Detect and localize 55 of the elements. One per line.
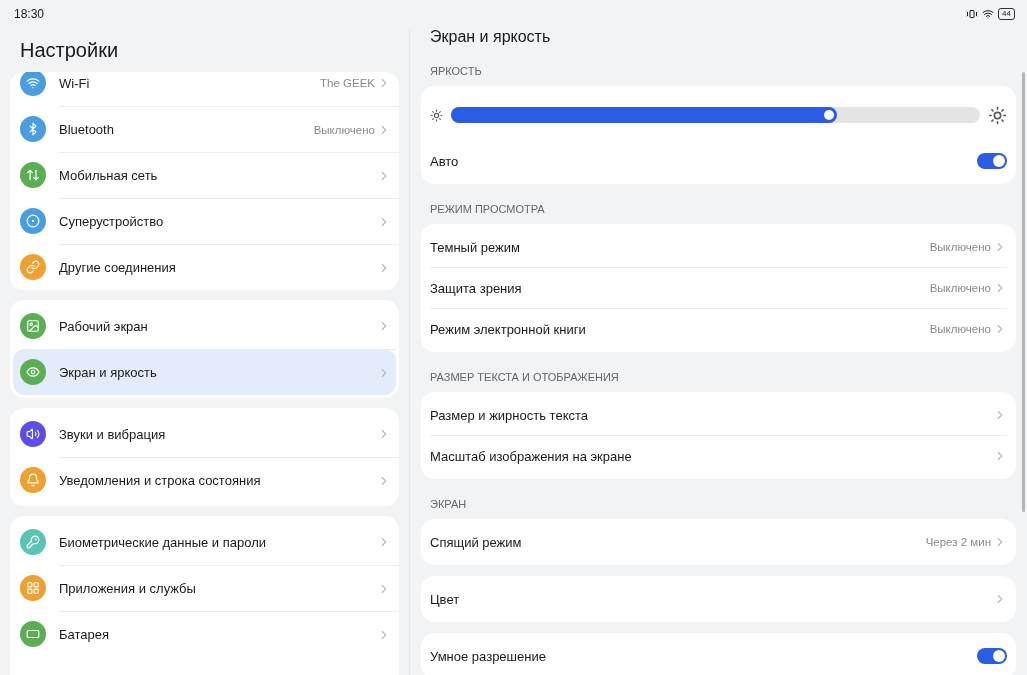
row-label: Размер и жирность текста xyxy=(430,407,589,423)
row-value: Выключено xyxy=(929,323,991,335)
row-label: Защита зрения xyxy=(430,280,523,296)
page-title: Экран и яркость xyxy=(429,28,552,46)
item-label: Другие соединения xyxy=(59,260,177,275)
item-label: Wi-Fi xyxy=(59,75,91,91)
row-value: Выключено xyxy=(929,241,991,253)
item-value: Выключено xyxy=(313,123,375,136)
row-label: Умное разрешение xyxy=(430,648,547,664)
item-value: The GEEK xyxy=(320,77,375,89)
item-label: Рабочий экран xyxy=(59,318,149,334)
toggle-switch[interactable] xyxy=(977,648,1007,664)
row-value: Через 2 мин xyxy=(925,536,991,548)
battery-level: 44 xyxy=(998,8,1015,20)
section-heading: РЕЖИМ ПРОСМОТРА xyxy=(429,202,546,217)
item-label: Мобильная сеть xyxy=(59,168,159,183)
settings-item[interactable]: Батарея xyxy=(10,611,399,657)
settings-item[interactable]: Wi-Fi The GEEK xyxy=(10,72,399,106)
row-label: Темный режим xyxy=(430,239,521,255)
settings-item[interactable]: Bluetooth Выключено xyxy=(10,106,399,152)
item-label: Экран и яркость xyxy=(59,365,158,380)
brightness-slider[interactable] xyxy=(451,107,980,123)
settings-item[interactable]: Уведомления и строка состояния xyxy=(10,457,399,503)
settings-item[interactable]: Рабочий экран xyxy=(10,303,399,349)
section-heading: РАЗМЕР ТЕКСТА И ОТОБРАЖЕНИЯ xyxy=(429,370,620,385)
settings-item[interactable]: Приложения и службы xyxy=(10,565,399,611)
toggle-switch[interactable] xyxy=(977,153,1007,169)
settings-item[interactable]: Суперустройство xyxy=(10,198,399,244)
slider-thumb[interactable] xyxy=(824,110,835,120)
status-time: 18:30 xyxy=(14,7,45,21)
row-label: Спящий режим xyxy=(430,534,523,550)
item-label: Звуки и вибрация xyxy=(59,426,167,442)
dim-sun-icon xyxy=(430,108,443,122)
vibrate-icon xyxy=(966,8,979,20)
section-heading: ЯРКОСТЬ xyxy=(429,64,483,79)
item-label: Уведомления и строка состояния xyxy=(59,473,262,488)
item-label: Суперустройство xyxy=(59,214,165,229)
bright-sun-icon xyxy=(988,105,1007,125)
wifi-signal-icon xyxy=(982,8,995,20)
settings-title: Настройки xyxy=(19,37,120,63)
settings-item[interactable]: Другие соединения xyxy=(10,244,399,290)
section-heading: ЭКРАН xyxy=(429,497,468,512)
row-label: Авто xyxy=(430,153,460,169)
row-value: Выключено xyxy=(929,282,991,294)
row-label: Масштаб изображения на экране xyxy=(430,448,633,464)
row-label: Цвет xyxy=(430,591,461,607)
settings-item[interactable]: Биометрические данные и пароли xyxy=(10,519,399,565)
item-label: Батарея xyxy=(59,627,110,642)
item-label: Биометрические данные и пароли xyxy=(59,534,268,550)
item-label: Bluetooth xyxy=(59,122,115,137)
item-label: Приложения и службы xyxy=(59,581,197,596)
settings-item[interactable]: Экран и яркость xyxy=(13,349,396,395)
row-label: Режим электронной книги xyxy=(430,321,587,337)
settings-item[interactable]: Звуки и вибрация xyxy=(10,411,399,457)
settings-item[interactable]: Мобильная сеть xyxy=(10,152,399,198)
